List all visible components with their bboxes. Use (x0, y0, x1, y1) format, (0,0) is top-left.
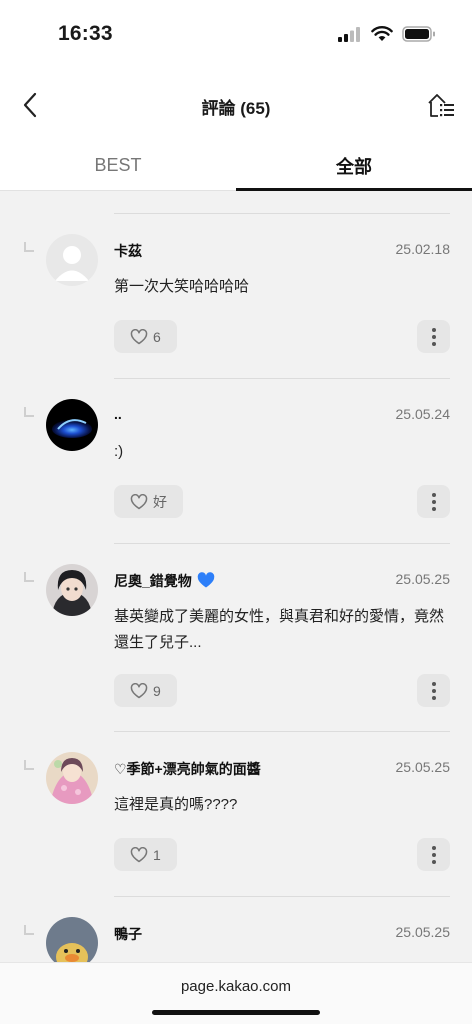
tab-all[interactable]: 全部 (236, 140, 472, 191)
like-count: 好 (153, 493, 167, 510)
heart-outline-icon (130, 493, 148, 509)
status-bar: 16:33 (0, 0, 472, 70)
comment-author[interactable]: 鴨子 (114, 924, 142, 944)
pink-illustration-avatar-icon (46, 752, 98, 804)
heart-outline-icon (130, 846, 148, 862)
dot (431, 499, 436, 504)
dot (431, 681, 436, 686)
default-avatar-icon (46, 234, 98, 286)
like-count: 6 (153, 328, 161, 345)
like-button[interactable]: 9 (114, 674, 177, 707)
like-button[interactable]: 1 (114, 838, 177, 871)
home-list-icon (428, 94, 454, 117)
status-icons (338, 26, 436, 42)
duck-avatar-icon (46, 917, 98, 962)
heart-outline-icon (130, 682, 148, 698)
comment-item: 尼奧_錯覺物 25.05.25 基英變成了美麗的女性，與真君和好的愛情，竟然還生… (0, 544, 472, 732)
tab-best[interactable]: BEST (0, 140, 236, 191)
like-button[interactable]: 好 (114, 485, 183, 518)
like-button[interactable]: 6 (114, 320, 177, 353)
page-title: 評論 (65) (201, 99, 271, 118)
dot (431, 341, 436, 346)
heart-outline-icon (130, 328, 148, 344)
comment-item: ♡季節+漂亮帥氣的面醬 25.05.25 這裡是真的嗎???? 1 (0, 732, 472, 897)
more-options-button[interactable] (417, 485, 450, 518)
avatar[interactable] (46, 234, 98, 286)
avatar[interactable] (46, 399, 98, 451)
dot (431, 327, 436, 332)
comment-item: .. 25.05.24 :) 好 (0, 379, 472, 544)
comment-author[interactable]: 尼奧_錯覺物 (114, 571, 215, 591)
comment-date: 25.05.25 (395, 759, 451, 775)
battery-icon (402, 26, 435, 42)
more-options-button[interactable] (417, 674, 450, 707)
comment-list[interactable]: 卡茲 25.02.18 第一次大笑哈哈哈哈 6 .. 25.05.24:) 好… (0, 192, 472, 962)
comment-author[interactable]: 卡茲 (114, 241, 142, 261)
reply-indicator-icon (24, 572, 34, 582)
browser-url-bar[interactable]: page.kakao.com (0, 962, 472, 1024)
wifi-icon (371, 26, 393, 41)
dot (431, 506, 436, 511)
comment-text: 這裡是真的嗎???? (114, 796, 238, 813)
dot (431, 492, 436, 497)
tab-bar: BEST 全部 (0, 140, 472, 191)
comment-author-name: 尼奧_錯覺物 (114, 573, 192, 589)
avatar[interactable] (46, 917, 98, 962)
blue-heart-icon (197, 572, 214, 588)
comment-item: 鴨子 25.05.25 (0, 897, 472, 962)
dot (431, 688, 436, 693)
anime-character-avatar-icon (46, 564, 98, 616)
home-indicator (152, 1010, 320, 1015)
home-menu-button[interactable] (424, 88, 458, 122)
comment-date: 25.05.25 (395, 571, 451, 587)
comment-item: 卡茲 25.02.18 第一次大笑哈哈哈哈 6 (0, 214, 472, 379)
dot (431, 695, 436, 700)
avatar[interactable] (46, 564, 98, 616)
comment-author[interactable]: ♡季節+漂亮帥氣的面醬 (114, 759, 261, 779)
blue-swirl-avatar-icon (46, 399, 98, 451)
dot (431, 845, 436, 850)
dot (431, 852, 436, 857)
nav-bar: 評論 (65) (0, 70, 472, 140)
like-count: 1 (153, 846, 161, 863)
comment-date: 25.05.25 (395, 924, 451, 940)
cellular-signal-icon (338, 26, 360, 42)
status-time: 16:33 (58, 22, 113, 45)
comment-author[interactable]: .. (114, 406, 122, 422)
more-options-button[interactable] (417, 320, 450, 353)
url-text[interactable]: page.kakao.com (0, 978, 472, 995)
reply-indicator-icon (24, 760, 34, 770)
reply-indicator-icon (24, 407, 34, 417)
comment-text: 第一次大笑哈哈哈哈 (114, 278, 250, 295)
avatar[interactable] (46, 752, 98, 804)
comment-text: :) (114, 443, 124, 460)
comment-date: 25.05.24 (395, 406, 451, 422)
reply-indicator-icon (24, 242, 34, 252)
active-tab-indicator (236, 188, 472, 191)
reply-indicator-icon (24, 925, 34, 935)
like-count: 9 (153, 682, 161, 699)
more-options-button[interactable] (417, 838, 450, 871)
dot (431, 859, 436, 864)
dot (431, 334, 436, 339)
comment-date: 25.02.18 (395, 241, 451, 257)
comment-text: 基英變成了美麗的女性，與真君和好的愛情，竟然還生了兒子... (114, 608, 445, 651)
